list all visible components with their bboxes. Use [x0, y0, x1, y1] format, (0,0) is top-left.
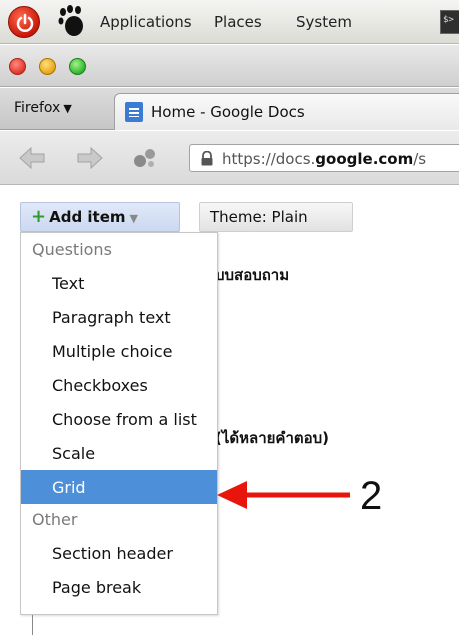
firefox-menu-label: Firefox	[14, 100, 61, 116]
theme-button[interactable]: Theme: Plain	[199, 202, 353, 232]
window-title-bar	[0, 45, 459, 87]
window-close-button[interactable]	[9, 58, 26, 75]
url-prefix: https://docs.	[222, 150, 316, 168]
places-menu[interactable]: Places	[214, 13, 262, 31]
window-maximize-button[interactable]	[69, 58, 86, 75]
menu-item-choose-from-list[interactable]: Choose from a list	[21, 402, 217, 436]
browser-navigation-bar: https://docs.google.com/s	[0, 131, 459, 185]
plus-icon: +	[31, 206, 47, 227]
power-icon[interactable]	[8, 6, 40, 38]
firefox-menu-caret-icon: ▼	[63, 102, 72, 115]
add-item-label: Add item	[49, 208, 126, 226]
chevron-down-icon: ▼	[129, 212, 138, 225]
add-item-button[interactable]: + Add item ▼	[20, 202, 180, 232]
tab-title: Home - Google Docs	[151, 103, 305, 121]
menu-item-text[interactable]: Text	[21, 266, 217, 300]
applications-menu[interactable]: Applications	[100, 13, 192, 31]
form-question-fragment: (ได้หลายคำตอบ)	[215, 429, 330, 447]
lock-icon	[201, 151, 213, 166]
terminal-icon[interactable]: $>	[440, 10, 459, 34]
page-content: + Add item ▼ Theme: Plain บบสอบถาม (ได้หลา…	[0, 186, 459, 637]
firefox-menu-button[interactable]: Firefox ▼	[14, 100, 72, 116]
form-title-fragment: บบสอบถาม	[215, 266, 290, 284]
menu-item-grid[interactable]: Grid	[21, 470, 217, 504]
annotation-step-number: 2	[360, 474, 383, 518]
menu-item-scale[interactable]: Scale	[21, 436, 217, 470]
menu-item-checkboxes[interactable]: Checkboxes	[21, 368, 217, 402]
annotation-arrow-icon	[217, 481, 350, 509]
google-docs-icon	[125, 102, 143, 122]
tab-home-google-docs[interactable]: Home - Google Docs	[114, 93, 459, 130]
terminal-glyph: $>	[443, 15, 454, 25]
menu-item-page-break[interactable]: Page break	[21, 570, 217, 604]
left-margin-rule	[32, 615, 33, 635]
menu-section-other: Other	[32, 510, 78, 529]
back-arrow-icon[interactable]	[18, 145, 46, 171]
menu-section-questions: Questions	[32, 240, 112, 259]
menu-item-paragraph-text[interactable]: Paragraph text	[21, 300, 217, 334]
menu-item-multiple-choice[interactable]: Multiple choice	[21, 334, 217, 368]
add-item-dropdown-menu: Questions Text Paragraph text Multiple c…	[20, 232, 218, 615]
window-minimize-button[interactable]	[39, 58, 56, 75]
url-address-field[interactable]: https://docs.google.com/s	[189, 144, 459, 172]
system-top-panel: Applications Places System $>	[0, 0, 459, 44]
browser-tab-bar: Firefox ▼ Home - Google Docs	[0, 88, 459, 130]
home-identity-icon[interactable]	[130, 145, 160, 171]
gnome-foot-icon[interactable]	[55, 4, 89, 38]
url-domain: google.com	[315, 150, 414, 168]
url-suffix: /s	[413, 150, 427, 168]
menu-item-section-header[interactable]: Section header	[21, 536, 217, 570]
system-menu[interactable]: System	[296, 13, 352, 31]
url-text: https://docs.google.com/s	[222, 150, 426, 168]
forward-arrow-icon[interactable]	[76, 145, 104, 171]
